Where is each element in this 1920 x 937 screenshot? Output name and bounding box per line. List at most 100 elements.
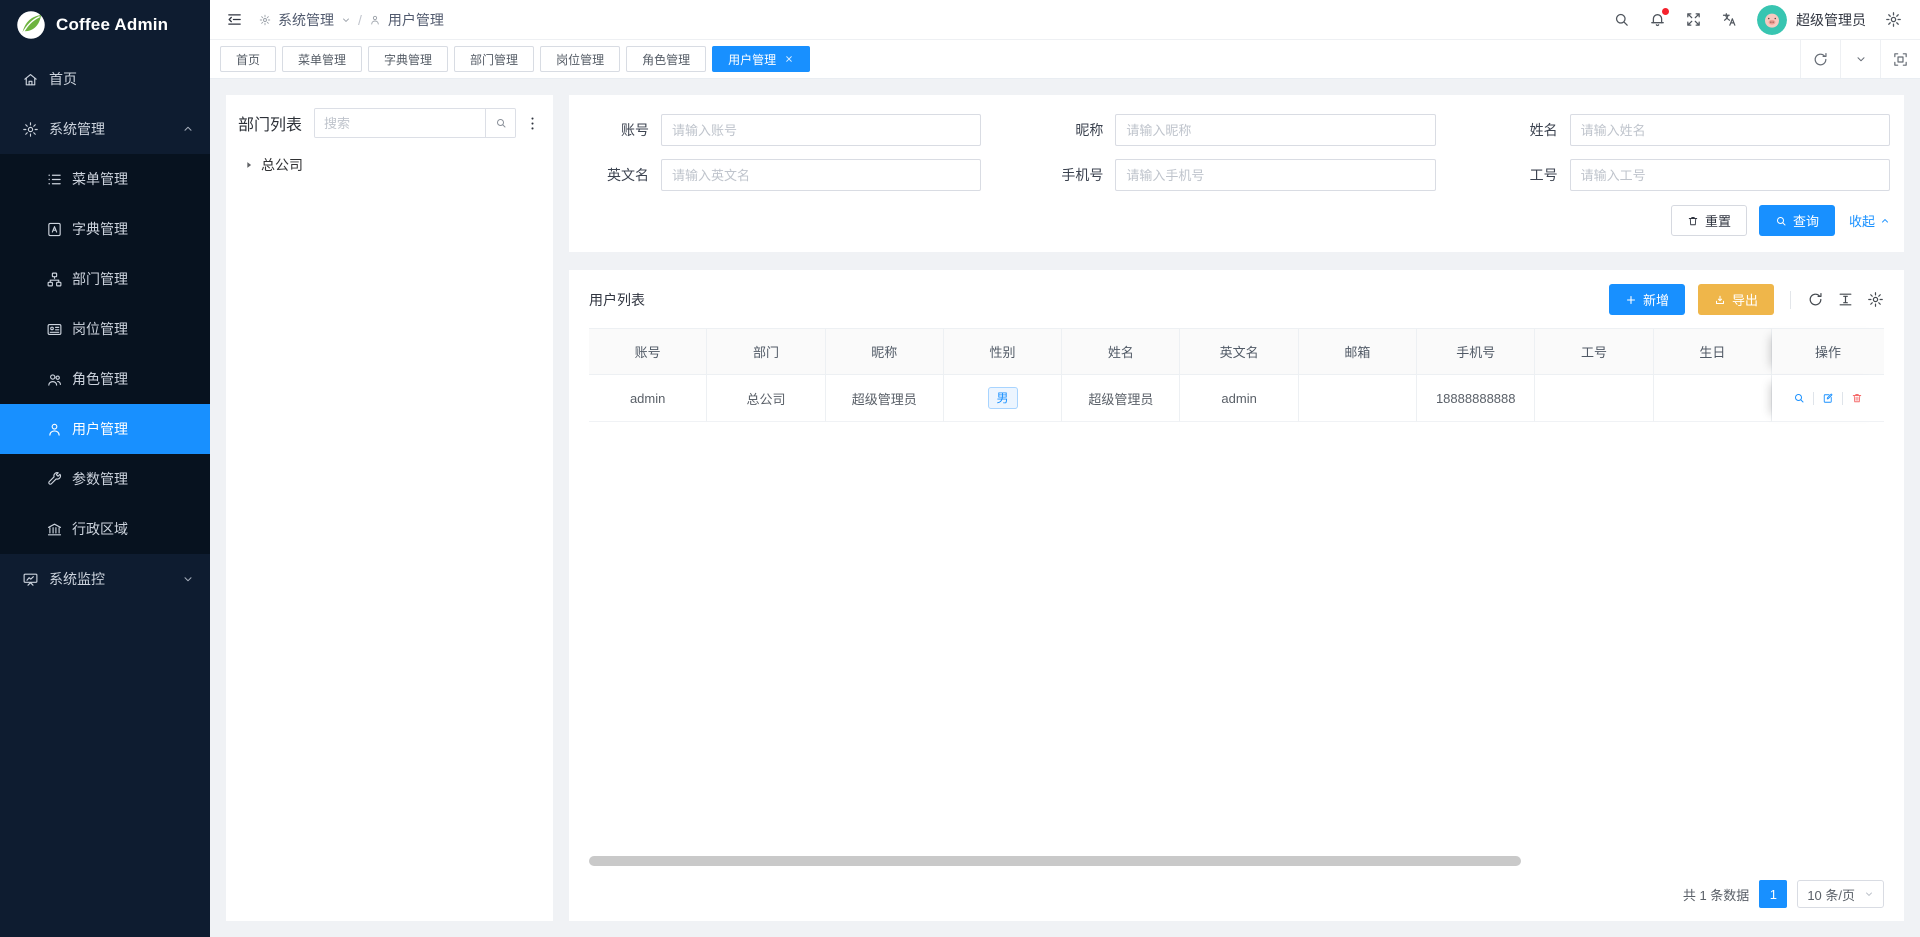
page-content: 部门列表 总公司 [210,79,1920,937]
gear-icon [1867,291,1884,308]
sidebar-item-dict-mgmt[interactable]: 字典管理 [0,204,210,254]
gear-icon [259,14,271,26]
phone-input[interactable] [1115,159,1435,191]
department-panel-header: 部门列表 [238,108,541,138]
search-filter-card: 账号 昵称 姓名 英文名 [569,95,1904,252]
tabbar-controls [1800,40,1920,78]
sidebar-item-param-mgmt[interactable]: 参数管理 [0,454,210,504]
sidebar-item-role-mgmt[interactable]: 角色管理 [0,354,210,404]
sidebar-item-region-mgmt[interactable]: 行政区域 [0,504,210,554]
chevron-up-icon [1880,216,1890,226]
sidebar-item-home[interactable]: 首页 [0,54,210,104]
app-root: Coffee Admin 首页 系统管理 菜单管理 字典管理 [0,0,1920,937]
table-row[interactable]: admin 总公司 超级管理员 男 超级管理员 admin 1888888888… [589,375,1884,422]
pagination-total: 共 1 条数据 [1683,885,1749,904]
language-switch-button[interactable] [1721,11,1738,28]
edit-row-button[interactable] [1822,392,1834,404]
user-list-card: 用户列表 新增 导出 [569,270,1904,921]
collapse-filters-link[interactable]: 收起 [1849,211,1890,230]
chevron-down-icon[interactable] [341,15,351,25]
fullscreen-button[interactable] [1685,11,1702,28]
tab-dept-mgmt[interactable]: 部门管理 [454,46,534,72]
account-input[interactable] [661,114,981,146]
column-header-birthday: 生日 [1654,328,1772,375]
field-label: 姓名 [1478,120,1558,140]
row-actions [1793,392,1863,405]
dictionary-icon [46,221,63,238]
home-icon [22,71,39,88]
wrench-icon [46,471,63,488]
page-1-button[interactable]: 1 [1759,880,1787,908]
export-button[interactable]: 导出 [1698,284,1774,315]
view-row-button[interactable] [1793,392,1805,404]
collapse-link-label: 收起 [1849,211,1875,230]
tab-dict-mgmt[interactable]: 字典管理 [368,46,448,72]
tab-home[interactable]: 首页 [220,46,276,72]
tab-options-dropdown[interactable] [1840,40,1880,78]
edit-icon [1822,392,1834,404]
sidebar-group-label: 系统监控 [49,569,105,589]
search-icon [495,117,507,129]
field-en-name: 英文名 [569,159,981,191]
delete-row-button[interactable] [1851,392,1863,404]
tab-post-mgmt[interactable]: 岗位管理 [540,46,620,72]
sidebar-item-user-mgmt[interactable]: 用户管理 [0,404,210,454]
column-header-work-no: 工号 [1535,328,1653,375]
tab-label: 部门管理 [470,51,518,68]
breadcrumb-item-system[interactable]: 系统管理 [278,10,334,30]
global-search-button[interactable] [1613,11,1630,28]
chevron-up-icon [182,123,194,135]
field-name: 姓名 [1478,114,1890,146]
reset-button[interactable]: 重置 [1671,205,1747,236]
chevron-down-icon [1855,53,1867,65]
menu-fold-button[interactable] [226,11,243,28]
work-no-input[interactable] [1570,159,1890,191]
app-logo: Coffee Admin [0,0,210,50]
tab-close-button[interactable] [784,54,794,64]
content-fullscreen-button[interactable] [1880,40,1920,78]
add-user-button[interactable]: 新增 [1609,284,1685,315]
department-search-button[interactable] [485,109,515,137]
trash-icon [1851,392,1863,404]
department-search-input[interactable] [315,109,485,137]
notifications-button[interactable] [1649,11,1666,28]
tree-node-root[interactable]: 总公司 [238,155,541,175]
user-menu[interactable]: 超级管理员 [1757,5,1866,35]
name-input[interactable] [1570,114,1890,146]
en-name-input[interactable] [661,159,981,191]
department-more-button[interactable] [524,115,541,132]
row-density-button[interactable] [1837,291,1854,308]
sidebar-item-menu-mgmt[interactable]: 菜单管理 [0,154,210,204]
page-size-select[interactable]: 10 条/页 [1797,880,1884,908]
query-button[interactable]: 查询 [1759,205,1835,236]
sidebar-group-system[interactable]: 系统管理 [0,104,210,154]
tab-label: 菜单管理 [298,51,346,68]
column-settings-button[interactable] [1867,291,1884,308]
sidebar-item-post-mgmt[interactable]: 岗位管理 [0,304,210,354]
table-header-row: 账号 部门 昵称 性别 姓名 英文名 邮箱 手机号 工号 生日 操作 [589,328,1884,375]
cell-phone: 18888888888 [1417,375,1535,422]
settings-button[interactable] [1885,11,1902,28]
tab-refresh-button[interactable] [1800,40,1840,78]
nickname-input[interactable] [1115,114,1435,146]
tab-role-mgmt[interactable]: 角色管理 [626,46,706,72]
tree-caret-icon[interactable] [244,160,254,170]
sidebar-item-dept-mgmt[interactable]: 部门管理 [0,254,210,304]
caret-right-icon [244,160,254,170]
refresh-table-button[interactable] [1807,291,1824,308]
sidebar-group-monitor[interactable]: 系统监控 [0,554,210,604]
sidebar-item-label: 角色管理 [72,369,128,389]
download-icon [1714,294,1726,306]
horizontal-scrollbar-thumb[interactable] [589,856,1521,866]
expand-frame-icon [1892,51,1909,68]
org-chart-icon [46,271,63,288]
bank-icon [46,521,63,538]
tab-user-mgmt-active[interactable]: 用户管理 [712,46,810,72]
reset-button-label: 重置 [1705,211,1731,230]
tab-label: 角色管理 [642,51,690,68]
tab-menu-mgmt[interactable]: 菜单管理 [282,46,362,72]
search-icon [1775,215,1787,227]
field-phone: 手机号 [1023,159,1435,191]
sidebar-item-label: 行政区域 [72,519,128,539]
tab-bar: 首页 菜单管理 字典管理 部门管理 岗位管理 角色管理 用户管理 [210,40,1920,79]
